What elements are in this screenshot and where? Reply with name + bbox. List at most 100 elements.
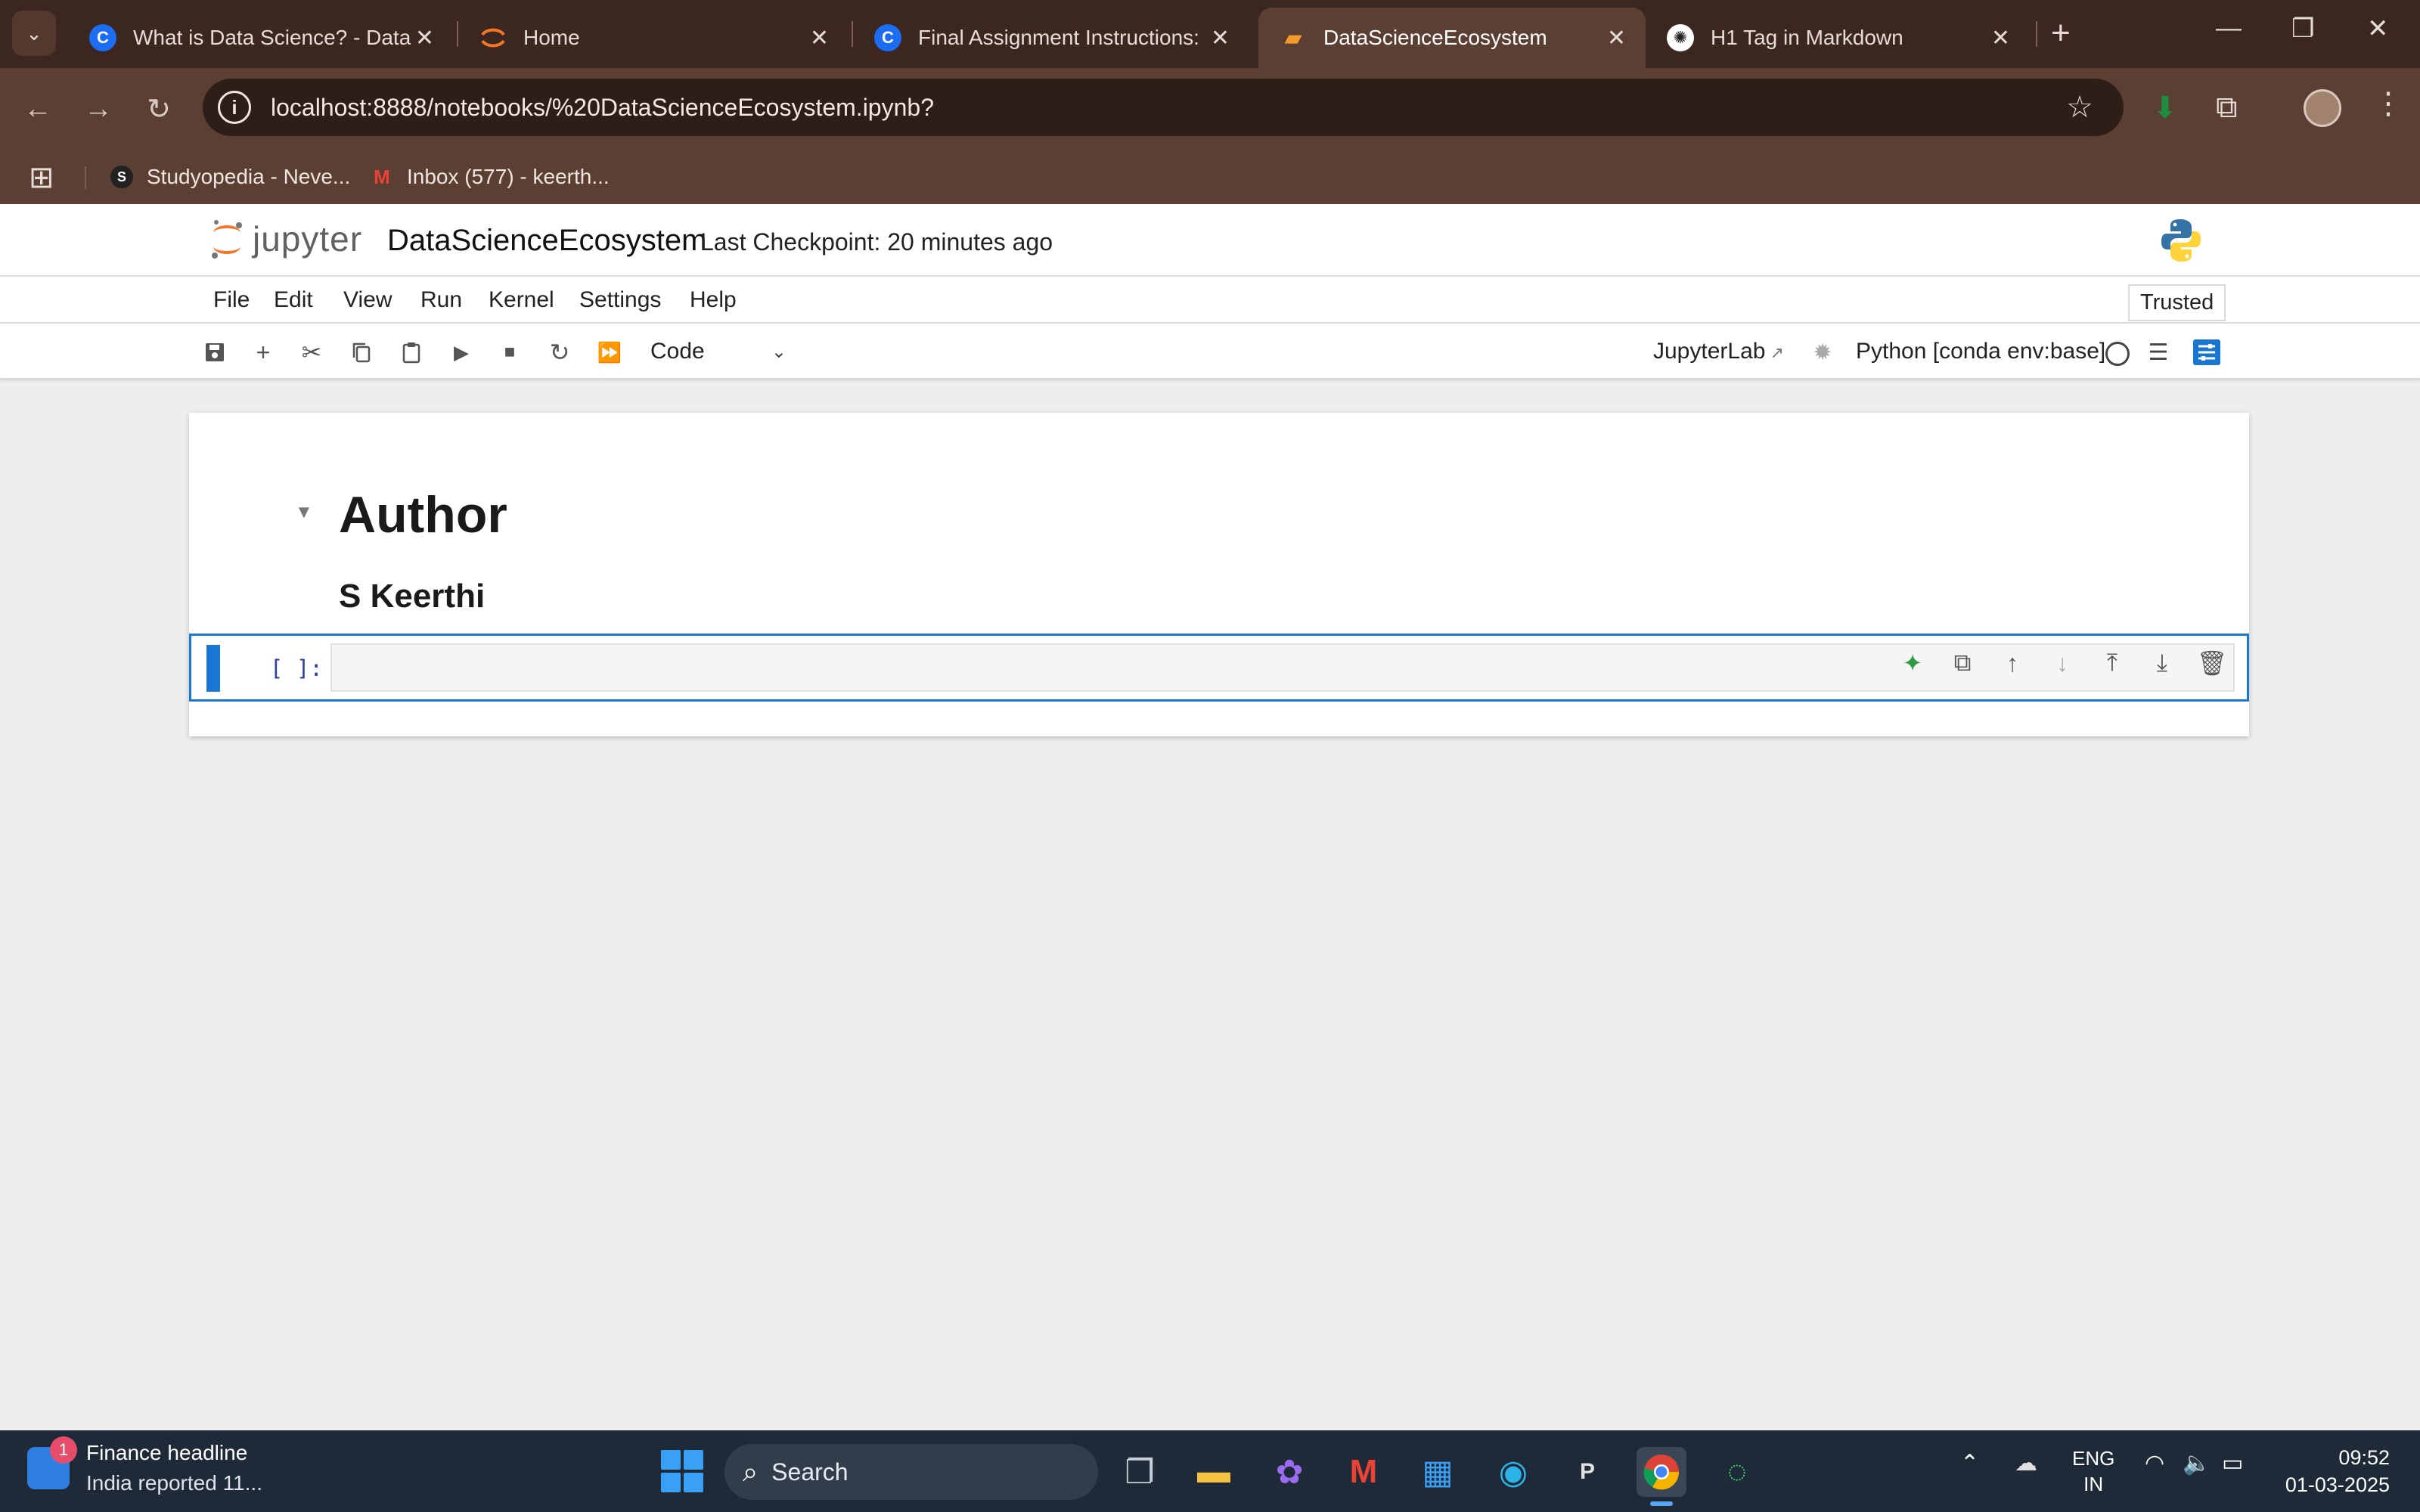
tab-separator [2036, 21, 2037, 47]
notebook-toolbar: + ✂ ▶ ■ ↻ ⏩ Code ⌄ JupyterLab ↗ ✹ Python … [0, 324, 2420, 380]
save-icon[interactable] [200, 337, 230, 367]
close-icon[interactable]: ✕ [1211, 25, 1230, 51]
browser-tab[interactable]: C What is Data Science? - Data Il ✕ [68, 8, 454, 68]
insert-below-icon[interactable]: ⤓ [2145, 646, 2179, 680]
address-bar[interactable]: i localhost:8888/notebooks/%20DataScienc… [203, 79, 2124, 136]
store-icon[interactable]: ▦ [1413, 1447, 1463, 1497]
anaconda-icon[interactable]: ◌ [1712, 1447, 1762, 1497]
code-cell[interactable]: [ ]: ✦ ⧉ ↑ ↓ ⤒ ⤓ 🗑 [189, 634, 2249, 702]
markdown-heading[interactable]: Author [339, 485, 507, 544]
close-window-icon[interactable]: ✕ [2367, 14, 2389, 44]
url-text[interactable]: localhost:8888/notebooks/%20DataScienceE… [271, 94, 934, 122]
menu-kebab-icon[interactable]: ⋮ [2373, 86, 2403, 121]
news-icon: 1 [27, 1436, 77, 1489]
close-icon[interactable]: ✕ [415, 25, 434, 51]
restore-icon[interactable]: ❐ [2291, 14, 2314, 44]
chrome-icon[interactable] [1637, 1447, 1686, 1506]
wifi-icon[interactable]: ◠ [2145, 1450, 2164, 1476]
cell-collapser[interactable] [206, 645, 220, 692]
gmail-app-icon[interactable]: M [1339, 1447, 1388, 1497]
trusted-indicator[interactable]: Trusted [2128, 284, 2226, 321]
forward-icon[interactable]: → [76, 86, 121, 132]
property-inspector-icon[interactable] [2192, 337, 2222, 367]
insert-above-icon[interactable]: ⤒ [2096, 646, 2129, 680]
taskbar-search[interactable]: ⌕ Search [724, 1444, 1098, 1500]
edge-icon[interactable]: ◉ [1488, 1447, 1538, 1497]
stop-icon[interactable]: ■ [495, 337, 525, 367]
c-icon: C [874, 24, 901, 51]
jupyter-header: jupyter DataScienceEcosystem Last Checkp… [0, 204, 2420, 277]
close-icon[interactable]: ✕ [810, 25, 829, 51]
bookmark-inbox[interactable]: M Inbox (577) - keerth... [371, 165, 610, 189]
file-explorer-icon[interactable]: ▬ [1189, 1447, 1239, 1497]
fast-forward-icon[interactable]: ⏩ [594, 337, 625, 367]
browser-tab[interactable]: C Final Assignment Instructions: I ✕ [853, 8, 1249, 68]
reload-icon[interactable]: ↻ [136, 86, 182, 132]
minimize-icon[interactable]: — [2216, 14, 2242, 43]
profile-avatar[interactable] [2304, 89, 2341, 127]
move-up-icon[interactable]: ↑ [1996, 646, 2029, 680]
jupyter-icon [479, 24, 507, 51]
markdown-subheading[interactable]: S Keerthi [339, 578, 485, 615]
news-title: Finance headline [86, 1441, 248, 1464]
news-widget[interactable]: 1 Finance headline India reported 11... [27, 1436, 262, 1495]
menu-run[interactable]: Run [420, 287, 462, 313]
move-down-icon[interactable]: ↓ [2046, 646, 2079, 680]
back-icon[interactable]: ← [15, 86, 60, 132]
bookmark-star-icon[interactable]: ☆ [2066, 90, 2093, 125]
menu-edit[interactable]: Edit [274, 287, 313, 313]
system-clock[interactable]: 09:52 01-03-2025 [2276, 1444, 2390, 1498]
browser-tab[interactable]: ✺ H1 Tag in Markdown ✕ [1646, 8, 2030, 68]
restart-icon[interactable]: ↻ [544, 337, 575, 367]
menu-settings[interactable]: Settings [579, 287, 661, 313]
extensions-icon[interactable]: ⧉ [2216, 91, 2238, 125]
gmail-icon: M [374, 165, 390, 188]
menu-view[interactable]: View [343, 287, 392, 313]
volume-icon[interactable]: 🔈 [2183, 1450, 2211, 1476]
new-tab-button[interactable]: + [2051, 15, 2071, 51]
copilot-icon[interactable]: ✿ [1264, 1447, 1314, 1497]
browser-tab-active[interactable]: ▰ DataScienceEcosystem ✕ [1258, 8, 1646, 68]
bookmark-studyopedia[interactable]: S Studyopedia - Neve... [110, 165, 350, 189]
download-icon[interactable]: ⬇ [2152, 91, 2178, 125]
collapse-heading-icon[interactable]: ▼ [295, 502, 313, 523]
cut-icon[interactable]: ✂ [296, 337, 327, 367]
close-icon[interactable]: ✕ [1607, 25, 1626, 51]
browser-tab[interactable]: Home ✕ [458, 8, 849, 68]
tab-search-button[interactable]: ⌄ [12, 11, 56, 56]
cell-type-select[interactable]: Code ⌄ [650, 336, 786, 367]
input-language[interactable]: ENG IN [2072, 1445, 2114, 1497]
add-cell-icon[interactable]: + [248, 337, 278, 367]
notebook-title[interactable]: DataScienceEcosystem [387, 224, 706, 258]
news-subtitle: India reported 11... [86, 1471, 262, 1495]
jupyter-logo[interactable]: jupyter [209, 218, 362, 260]
run-icon[interactable]: ▶ [446, 337, 476, 367]
running-indicator [1650, 1501, 1673, 1506]
copy-icon[interactable] [346, 337, 377, 367]
list-icon[interactable]: ☰ [2143, 337, 2173, 367]
notification-badge: 1 [50, 1436, 77, 1464]
apps-grid-icon[interactable]: ⊞ [29, 160, 54, 195]
menu-file[interactable]: File [213, 287, 250, 313]
paste-icon[interactable] [396, 337, 427, 367]
onedrive-icon[interactable]: ☁ [2015, 1450, 2037, 1476]
clock-time: 09:52 [2338, 1446, 2390, 1469]
delete-cell-icon[interactable]: 🗑 [2195, 646, 2229, 680]
menu-kernel[interactable]: Kernel [489, 287, 554, 313]
menu-help[interactable]: Help [690, 287, 737, 313]
pycharm-icon[interactable]: P [1562, 1447, 1612, 1497]
task-view-icon[interactable]: ❐ [1115, 1447, 1165, 1497]
jupyterlab-link-label: JupyterLab [1653, 339, 1766, 364]
jupyter-logo-icon [209, 218, 245, 260]
chevron-down-icon: ⌄ [771, 341, 786, 362]
duplicate-cell-icon[interactable]: ⧉ [1946, 646, 1979, 680]
debugger-bug-icon[interactable]: ✹ [1807, 337, 1838, 367]
tray-overflow-icon[interactable]: ⌃ [1960, 1450, 1979, 1476]
site-info-icon[interactable]: i [218, 91, 251, 124]
sparkle-ai-icon[interactable]: ✦ [1896, 646, 1929, 680]
kernel-name[interactable]: Python [conda env:base] [1856, 339, 2105, 364]
close-icon[interactable]: ✕ [1991, 25, 2010, 51]
battery-icon[interactable]: ▭ [2222, 1450, 2243, 1476]
start-button[interactable] [661, 1450, 703, 1492]
jupyterlab-link[interactable]: JupyterLab ↗ [1653, 339, 1784, 364]
